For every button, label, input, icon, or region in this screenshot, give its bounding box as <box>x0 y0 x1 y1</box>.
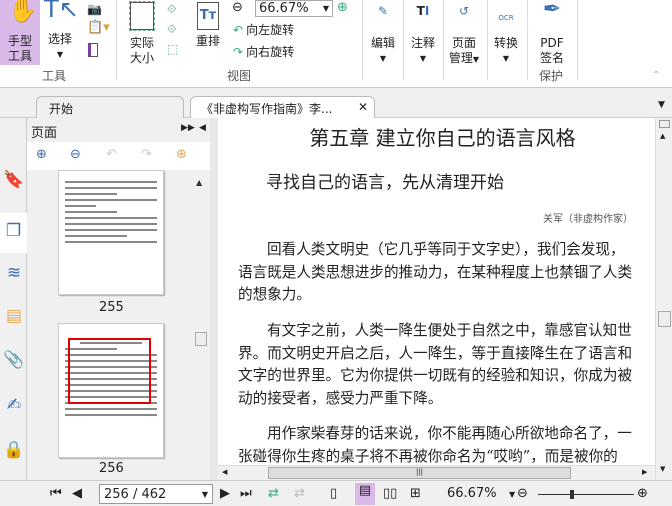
bookmark-page-icon[interactable] <box>88 43 98 57</box>
insert-page-icon[interactable]: ⊕ <box>176 147 187 162</box>
zoom-in-icon[interactable]: ⊕ <box>337 0 348 15</box>
lock-icon[interactable]: 🔒 <box>3 440 25 462</box>
page-number-label: 255 <box>99 300 124 315</box>
select-button[interactable]: T↖ 选择 ▼ <box>44 0 79 66</box>
visible-area-indicator[interactable] <box>68 338 151 404</box>
zoom-select[interactable]: 66.67% ▼ <box>255 0 333 17</box>
tab-list-dropdown-icon[interactable]: ▼ <box>658 100 665 110</box>
attachment-icon[interactable]: 📎 <box>3 350 25 372</box>
last-page-button[interactable]: ⏭ <box>240 486 252 501</box>
section-title: 寻找自己的语言，先从清理开始 <box>266 173 504 193</box>
reflow-icon: Tт <box>197 2 219 30</box>
pdf-sign-button[interactable]: ✒ PDF 签名 <box>535 0 569 66</box>
previous-view-icon[interactable]: ⇄ <box>268 486 279 501</box>
thumb-toolbar: ⊕ ⊖ ↶ ↷ ⊕ <box>27 142 210 170</box>
rotate-left-icon: ↶ <box>233 22 244 37</box>
chapter-title: 第五章 建立你自己的语言风格 <box>309 126 576 150</box>
panel-scrollbar[interactable]: ▲ <box>195 118 218 480</box>
paragraph: 回看人类文明史（它几乎等同于文字史），我们会发现，语言既是人类思想进步的推动力，… <box>238 241 633 303</box>
enlarge-thumb-icon[interactable]: ⊕ <box>36 147 47 162</box>
actual-size-icon <box>129 1 155 31</box>
comments-icon[interactable]: ▤ <box>3 306 25 328</box>
side-nav-strip: 🔖 ❐ ≋ ▤ 📎 ✍ 🔒 <box>0 118 27 480</box>
zoom-in-button[interactable]: ⊕ <box>637 486 648 501</box>
hand-tool-button[interactable]: ✋ 手型 工具 <box>0 0 40 65</box>
fit-width-icon[interactable]: ⟐ <box>167 22 176 37</box>
fit-visible-icon[interactable]: ⬚ <box>167 42 178 56</box>
bookmark-icon[interactable]: 🔖 <box>3 170 25 192</box>
annotate-button[interactable]: TI 注释 ▼ <box>409 4 437 66</box>
collapse-panel-icon[interactable]: ◀ <box>199 123 206 133</box>
continuous-page-icon[interactable]: ▤ <box>355 483 375 505</box>
text-annotate-icon: TI <box>416 4 430 18</box>
page-thumbnails-panel: 页面 ▶▶ ◀ ⊕ ⊖ ↶ ↷ ⊕ 255 256 <box>27 118 210 480</box>
rotate-left-button[interactable]: ↶ 向左旋转 <box>233 21 294 38</box>
panel-title: 页面 <box>31 126 58 141</box>
tab-document[interactable]: 《非虚构写作指南》李... ✕ <box>190 96 375 118</box>
zoom-out-button[interactable]: ⊖ <box>517 486 528 501</box>
thumb-scroll-thumb[interactable] <box>195 332 207 346</box>
next-view-icon: ⇄ <box>294 486 305 501</box>
collapse-ribbon-icon[interactable]: ⌃ <box>652 70 660 81</box>
paragraph: 用作家柴春芽的话来说，你不能再随心所欲地命名了，一张碰得你生疼的桌子将不再被你命… <box>238 425 632 465</box>
zoom-arrow-icon[interactable]: ▼ <box>509 490 515 499</box>
page-rotate-icon: ↺ <box>458 4 470 18</box>
layers-icon[interactable]: ≋ <box>3 263 25 285</box>
rotate-cw-icon: ↷ <box>141 147 152 162</box>
vertical-scrollbar[interactable]: ▲ ▼ <box>655 118 672 480</box>
close-tab-icon[interactable]: ✕ <box>358 100 368 114</box>
zoom-out-icon[interactable]: ⊖ <box>232 0 243 15</box>
pages-icon[interactable]: ❐ <box>0 213 27 253</box>
pen-icon: ✒ <box>542 0 562 22</box>
horizontal-scrollbar[interactable]: ◀ ||| ▶ <box>218 465 655 480</box>
previous-page-button[interactable]: ◀ <box>72 486 82 501</box>
next-page-button[interactable]: ▶ <box>220 486 230 501</box>
edit-button[interactable]: ✎ 编辑 ▼ <box>369 4 397 66</box>
continuous-facing-icon[interactable]: ⊞ <box>410 486 421 501</box>
edit-icon: ✎ <box>377 4 389 18</box>
text-select-icon: T↖ <box>44 0 79 23</box>
tab-bar: 开始 《非虚构写作指南》李... ✕ ▼ <box>0 88 672 118</box>
ocr-icon: OCR <box>498 14 514 22</box>
document-view[interactable]: 第五章 建立你自己的语言风格 寻找自己的语言，先从清理开始 关军（非虚构作家） … <box>218 118 655 465</box>
tab-home[interactable]: 开始 <box>36 96 184 118</box>
rotate-right-icon: ↷ <box>233 44 244 59</box>
first-page-button[interactable]: ⏮ <box>50 486 62 501</box>
convert-button[interactable]: OCR 转换 ▼ <box>492 4 520 66</box>
ribbon: ✋ 手型 工具 T↖ 选择 ▼ 📷 📋▾ 工具 实际 大小 ⟐ ⟐ ⬚ Tт 重排 ⊖… <box>0 0 672 88</box>
facing-pages-icon[interactable]: ▯▯ <box>383 486 397 501</box>
page-number-label: 256 <box>99 461 124 476</box>
page-manage-button[interactable]: ↺ 页面 管理▼ <box>446 4 482 67</box>
horizontal-scroll-thumb[interactable]: ||| <box>268 467 571 479</box>
shrink-thumb-icon[interactable]: ⊖ <box>70 147 81 162</box>
zoom-slider[interactable] <box>538 490 634 499</box>
expand-panel-icon[interactable]: ▶▶ <box>181 123 195 133</box>
signature-icon[interactable]: ✍ <box>3 395 25 417</box>
page-number-field[interactable]: 256 / 462 ▼ <box>99 484 213 504</box>
snapshot-icon[interactable]: 📷 <box>87 2 102 16</box>
page-thumbnail-256[interactable] <box>58 323 164 458</box>
page-thumbnail-255[interactable] <box>58 170 164 295</box>
paragraph: 有文字之前，人类一降生便处于自然之中，靠感官认知世界。而文明史开启之后，人一降生… <box>238 322 633 407</box>
fit-page-icon[interactable]: ⟐ <box>167 2 176 17</box>
reflow-button[interactable]: Tт 重排 <box>194 2 222 49</box>
rotate-right-button[interactable]: ↷ 向右旋转 <box>233 43 294 60</box>
hand-icon: ✋ <box>8 0 38 24</box>
clipboard-icon[interactable]: 📋▾ <box>87 20 110 35</box>
rotate-ccw-icon: ↶ <box>106 147 117 162</box>
vertical-scroll-thumb[interactable] <box>658 311 671 327</box>
author-line: 关军（非虚构作家） <box>543 214 633 225</box>
zoom-level: 66.67% <box>447 486 497 501</box>
status-bar: ⏮ ◀ 256 / 462 ▼ ▶ ⏭ ⇄ ⇄ ▯ ▤ ▯▯ ⊞ 66.67% ▼… <box>0 480 672 506</box>
actual-size-button[interactable]: 实际 大小 <box>126 1 158 66</box>
zoom-slider-handle[interactable] <box>570 490 574 499</box>
single-page-icon[interactable]: ▯ <box>330 486 337 501</box>
